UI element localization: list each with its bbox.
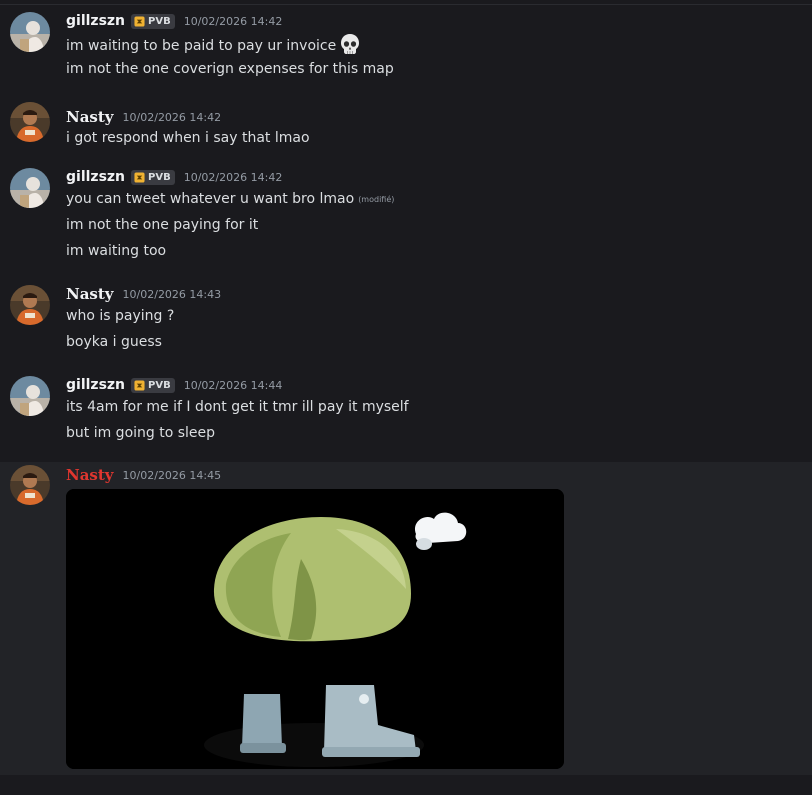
guild-tag-icon xyxy=(134,171,145,183)
avatar[interactable] xyxy=(10,465,50,505)
username[interactable]: Nasty xyxy=(66,285,114,303)
avatar[interactable] xyxy=(10,168,50,208)
message-group: gillzszn PVB 10/02/2026 14:42 im waiting… xyxy=(0,5,812,100)
message-text: i got respond when i say that lmao xyxy=(66,130,310,146)
message-group: gillzszn PVB 10/02/2026 14:42 you can tw… xyxy=(0,166,812,283)
guild-tag-label: PVB xyxy=(148,379,171,391)
message-text: im waiting to be paid to pay ur invoice xyxy=(66,33,361,61)
timestamp[interactable]: 10/02/2026 14:45 xyxy=(123,469,222,482)
message-text: im waiting too xyxy=(66,243,167,259)
bottom-bar xyxy=(0,775,812,795)
message-header: Nasty 10/02/2026 14:42 xyxy=(66,107,221,127)
guild-tag[interactable]: PVB xyxy=(131,13,175,29)
gif-image xyxy=(66,489,564,769)
guild-tag[interactable]: PVB xyxy=(131,169,175,185)
avatar[interactable] xyxy=(10,12,50,52)
timestamp[interactable]: 10/02/2026 14:42 xyxy=(123,111,222,124)
message-text: you can tweet whatever u want bro lmao (m… xyxy=(66,189,394,210)
guild-tag-icon xyxy=(134,379,145,391)
message-text: im not the one coverign expenses for thi… xyxy=(66,61,394,77)
username[interactable]: Nasty xyxy=(66,466,114,484)
guild-tag[interactable]: PVB xyxy=(131,377,175,393)
username[interactable]: Nasty xyxy=(66,108,114,126)
avatar[interactable] xyxy=(10,376,50,416)
timestamp[interactable]: 10/02/2026 14:43 xyxy=(123,288,222,301)
username[interactable]: gillzszn xyxy=(66,13,125,29)
message-text: boyka i guess xyxy=(66,334,162,350)
message-group: Nasty 10/02/2026 14:42 i got respond whe… xyxy=(0,100,812,166)
message-header: Nasty 10/02/2026 14:45 xyxy=(66,465,221,485)
message-text: but im going to sleep xyxy=(66,425,216,441)
avatar[interactable] xyxy=(10,285,50,325)
message-group: gillzszn PVB 10/02/2026 14:44 its 4am fo… xyxy=(0,374,812,462)
message-text-content: you can tweet whatever u want bro lmao xyxy=(66,191,355,207)
edited-label: (modifié) xyxy=(358,195,395,204)
timestamp[interactable]: 10/02/2026 14:42 xyxy=(184,15,283,28)
guild-tag-label: PVB xyxy=(148,171,171,183)
skull-emoji-icon xyxy=(339,33,361,61)
message-header: Nasty 10/02/2026 14:43 xyxy=(66,284,221,304)
message-group: Nasty 10/02/2026 14:43 who is paying ? b… xyxy=(0,283,812,374)
message-header: gillzszn PVB 10/02/2026 14:42 xyxy=(66,11,282,31)
message-text: who is paying ? xyxy=(66,308,175,324)
message-text: its 4am for me if I dont get it tmr ill … xyxy=(66,399,409,415)
message-list[interactable]: gillzszn PVB 10/02/2026 14:42 im waiting… xyxy=(0,5,812,775)
timestamp[interactable]: 10/02/2026 14:44 xyxy=(184,379,283,392)
guild-tag-icon xyxy=(134,15,145,27)
message-text-content: im waiting to be paid to pay ur invoice xyxy=(66,38,337,54)
gif-attachment[interactable] xyxy=(66,489,564,769)
avatar[interactable] xyxy=(10,102,50,142)
message-header: gillzszn PVB 10/02/2026 14:44 xyxy=(66,375,282,395)
message-header: gillzszn PVB 10/02/2026 14:42 xyxy=(66,167,282,187)
username[interactable]: gillzszn xyxy=(66,377,125,393)
username[interactable]: gillzszn xyxy=(66,169,125,185)
timestamp[interactable]: 10/02/2026 14:42 xyxy=(184,171,283,184)
message-text: im not the one paying for it xyxy=(66,217,259,233)
guild-tag-label: PVB xyxy=(148,15,171,27)
